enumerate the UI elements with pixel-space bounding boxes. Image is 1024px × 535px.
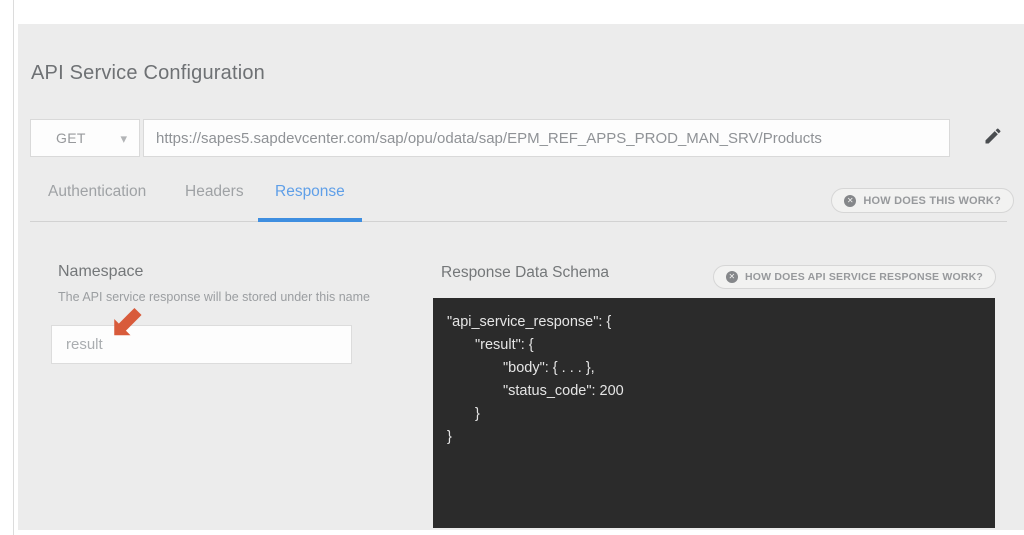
active-tab-indicator [258, 218, 362, 222]
page-title: API Service Configuration [31, 62, 266, 84]
how-does-api-response-work-button[interactable]: ✕ HOW DOES API SERVICE RESPONSE WORK? [712, 265, 996, 289]
http-method-select[interactable]: GET ▾ [30, 119, 140, 157]
circle-x-icon: ✕ [725, 271, 738, 283]
code-line: "api_service_response": { [447, 314, 612, 330]
code-line: "body": { . . . }, [503, 360, 595, 376]
http-method-value: GET [56, 130, 86, 146]
code-line: } [447, 429, 452, 445]
circle-x-icon: ✕ [844, 194, 857, 207]
code-line: } [475, 406, 480, 422]
help-button-label: HOW DOES THIS WORK? [863, 194, 1001, 207]
code-line: "status_code": 200 [503, 383, 624, 399]
pencil-icon [983, 127, 1003, 149]
namespace-description: The API service response will be stored … [58, 290, 370, 304]
api-config-panel: API Service Configuration GET ▾ Authenti… [18, 24, 1024, 530]
url-input[interactable] [143, 119, 950, 157]
tab-headers[interactable]: Headers [185, 183, 244, 201]
chevron-down-icon: ▾ [120, 130, 127, 146]
tab-response[interactable]: Response [275, 183, 345, 201]
help-button-label: HOW DOES API SERVICE RESPONSE WORK? [744, 271, 983, 283]
namespace-input[interactable] [51, 325, 352, 364]
tab-bar-divider [30, 221, 1007, 222]
response-schema-title: Response Data Schema [441, 264, 610, 281]
left-edge-divider [13, 0, 14, 535]
code-line: "result": { [475, 337, 534, 353]
edit-url-button[interactable] [981, 125, 1005, 149]
tab-authentication[interactable]: Authentication [48, 183, 146, 201]
namespace-title: Namespace [58, 263, 144, 280]
schema-code-block: "api_service_response": { "result": { "b… [433, 298, 995, 528]
how-does-this-work-button[interactable]: ✕ HOW DOES THIS WORK? [831, 188, 1014, 213]
